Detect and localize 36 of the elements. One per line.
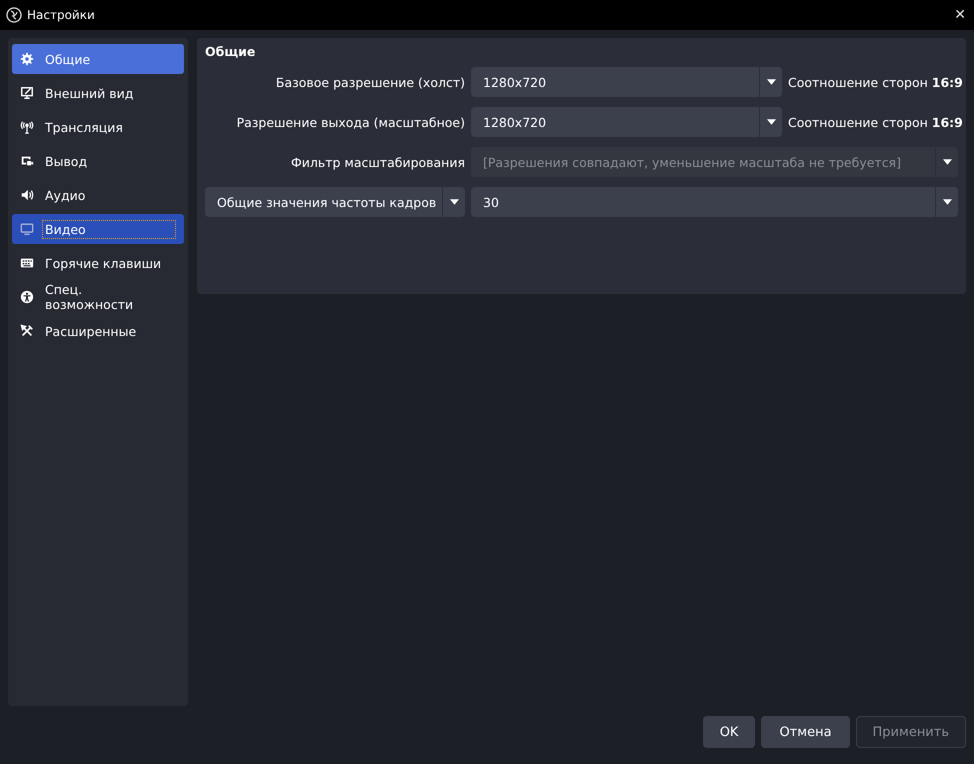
dropdown[interactable]: 1280x720: [471, 107, 782, 137]
caret-icon: [450, 199, 458, 205]
field-label: Разрешение выхода (масштабное): [236, 114, 465, 130]
app-logo-icon: [6, 7, 22, 23]
sidebar-item[interactable]: Внешний вид: [12, 78, 184, 108]
section-title: Общие: [205, 44, 256, 59]
sidebar-item[interactable]: Спец. возможности: [12, 282, 184, 312]
caret-icon: [942, 199, 952, 205]
person-icon: [20, 290, 34, 304]
sidebar-item[interactable]: Трансляция: [12, 112, 184, 142]
tools-icon: [20, 324, 34, 338]
sidebar-item[interactable]: Вывод: [12, 146, 184, 176]
sidebar-item[interactable]: Горячие клавиши: [12, 248, 184, 278]
monitor-icon: [20, 222, 34, 236]
dialog-button[interactable]: OK: [702, 716, 756, 748]
dropdown[interactable]: Общие значения частоты кадров: [205, 187, 465, 217]
monitor-brush-icon: [20, 86, 34, 100]
sidebar-item[interactable]: Расширенные: [12, 316, 184, 346]
keyboard-icon: [20, 256, 34, 270]
sidebar-item[interactable]: Видео: [12, 214, 184, 244]
sidebar-item[interactable]: Аудио: [12, 180, 184, 210]
window-title: Настройки: [27, 8, 96, 22]
dropdown[interactable]: 30: [471, 187, 958, 217]
screen-camera-icon: [20, 154, 34, 168]
field-label: Фильтр масштабирования: [290, 154, 465, 170]
antenna-icon: [20, 120, 34, 134]
speaker-icon: [20, 188, 34, 202]
dialog-button[interactable]: Отмена: [761, 716, 850, 748]
close-button[interactable]: ✕: [954, 7, 966, 23]
caret-icon: [942, 159, 952, 165]
gear-icon: [20, 52, 34, 66]
caret-icon: [766, 79, 776, 85]
sidebar-item[interactable]: Общие: [12, 44, 184, 74]
caret-icon: [766, 119, 776, 125]
field-label: Базовое разрешение (холст): [274, 74, 465, 90]
dropdown[interactable]: 1280x720: [471, 67, 782, 97]
